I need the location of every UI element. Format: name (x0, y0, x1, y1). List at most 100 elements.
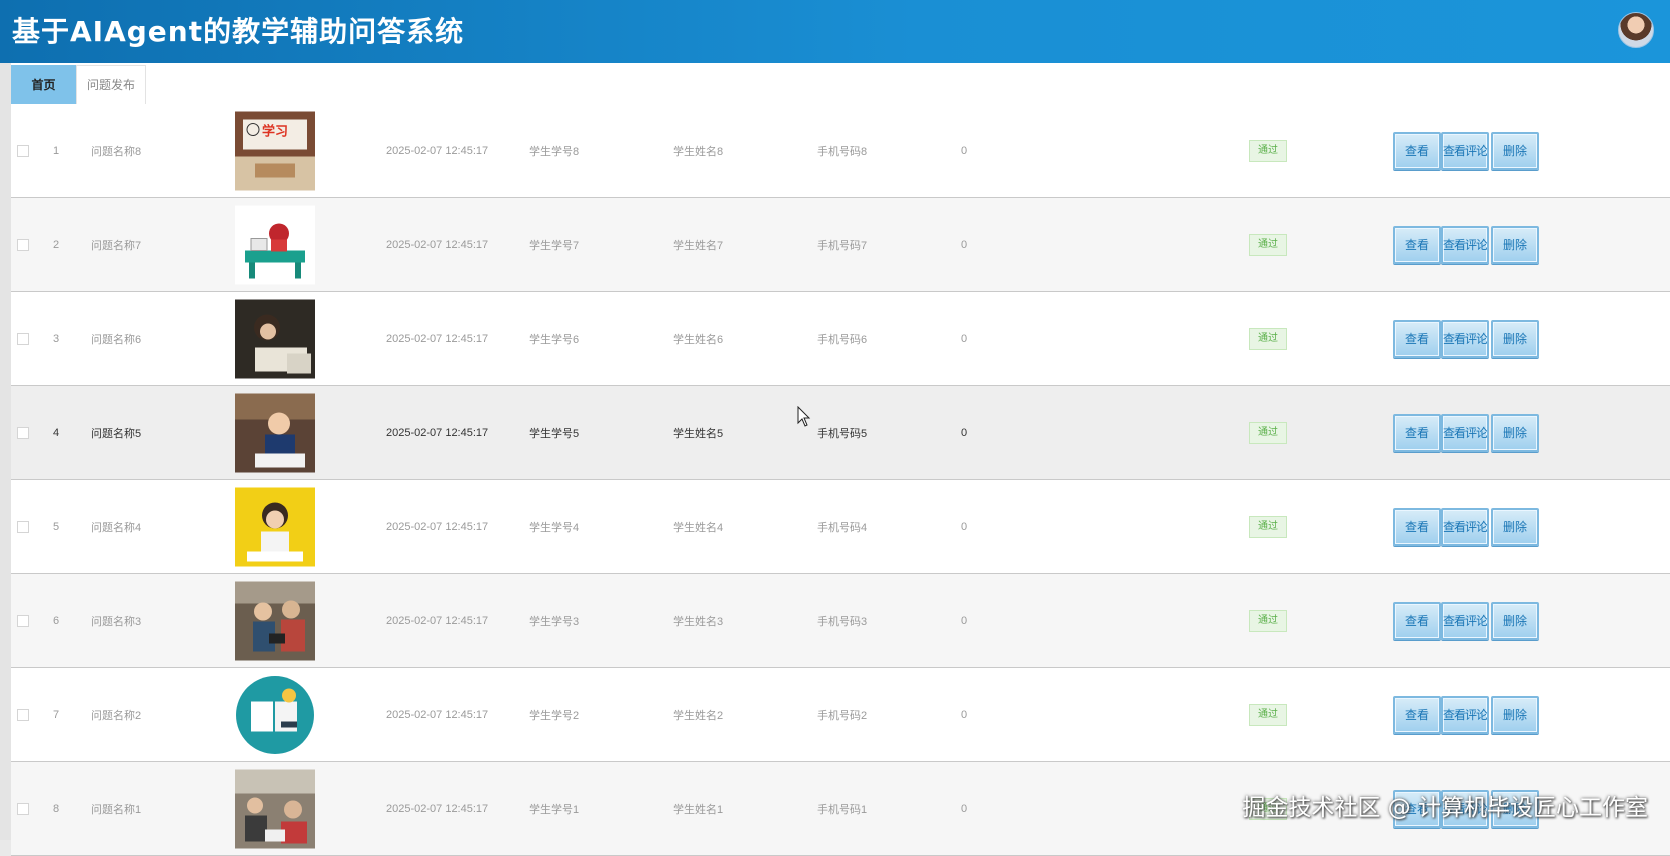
row-checkbox[interactable] (17, 520, 29, 533)
status-badge: 通过 (1249, 233, 1287, 256)
reply-count: 0 (961, 332, 968, 345)
question-name: 问题名称3 (91, 615, 142, 628)
reply-count: 0 (961, 238, 968, 251)
student-desk-illustration[interactable] (235, 205, 315, 284)
student-name: 学生姓名2 (673, 709, 724, 722)
girl-yellow-background-photo[interactable] (235, 487, 315, 566)
table-row[interactable]: 2 问题名称7 2025-02-07 12:45:17 学生学号7 学生姓名7 手机号码7… (11, 198, 1670, 292)
table-row[interactable]: 1 问题名称8 2025-02-07 12:45:17 学生学号8 学生姓名8 手机号码8… (11, 104, 1670, 198)
student-name: 学生姓名1 (673, 803, 724, 816)
student-name: 学生姓名3 (673, 615, 724, 628)
view-comments-button[interactable]: 查看评论 (1441, 225, 1489, 264)
row-index: 7 (53, 708, 60, 721)
app-header: 基于AIAgent的教学辅助问答系统 (0, 0, 1670, 63)
view-button[interactable]: 查看 (1393, 413, 1441, 452)
tab-question-publish[interactable]: 问题发布 (76, 65, 147, 104)
view-comments-button[interactable]: 查看评论 (1441, 507, 1489, 546)
row-checkbox[interactable] (17, 426, 29, 439)
delete-button[interactable]: 删除 (1491, 413, 1539, 452)
view-button[interactable]: 查看 (1393, 319, 1441, 358)
svg-text:学习: 学习 (262, 123, 288, 139)
question-name: 问题名称8 (91, 145, 142, 158)
delete-button[interactable]: 删除 (1491, 507, 1539, 546)
reply-count: 0 (961, 520, 968, 533)
view-comments-button[interactable]: 查看评论 (1441, 601, 1489, 640)
student-id: 学生学号1 (529, 803, 580, 816)
row-checkbox[interactable] (17, 708, 29, 721)
student-id: 学生学号7 (529, 239, 580, 252)
student-id: 学生学号4 (529, 521, 580, 534)
avatar[interactable] (1618, 12, 1654, 48)
phone-number: 手机号码6 (817, 333, 868, 346)
students-tablet-photo[interactable] (235, 581, 315, 660)
view-comments-button[interactable]: 查看评论 (1441, 319, 1489, 358)
phone-number: 手机号码5 (817, 427, 868, 440)
row-index: 6 (53, 614, 60, 627)
phone-number: 手机号码8 (817, 145, 868, 158)
view-button[interactable]: 查看 (1393, 507, 1441, 546)
student-name: 学生姓名6 (673, 333, 724, 346)
view-comments-button[interactable]: 查看评论 (1441, 131, 1489, 170)
question-name: 问题名称2 (91, 709, 142, 722)
table-row[interactable]: 4 问题名称5 2025-02-07 12:45:17 学生学号5 学生姓名5 手机号码5… (11, 386, 1670, 480)
student-id: 学生学号5 (529, 427, 580, 440)
row-checkbox[interactable] (17, 144, 29, 157)
tab-home[interactable]: 首页 (11, 65, 76, 104)
view-comments-button[interactable]: 查看评论 (1441, 695, 1489, 734)
status-badge: 通过 (1249, 609, 1287, 632)
student-name: 学生姓名7 (673, 239, 724, 252)
delete-button[interactable]: 删除 (1491, 319, 1539, 358)
main-panel: 首页 问题发布 1 问题名称8 2025-02-07 12:45:17 学生学号8 学生… (11, 63, 1670, 856)
student-name: 学生姓名8 (673, 145, 724, 158)
question-name: 问题名称4 (91, 521, 142, 534)
student-id: 学生学号3 (529, 615, 580, 628)
reply-count: 0 (961, 144, 968, 157)
girl-reading-photo[interactable] (235, 299, 315, 378)
boy-studying-photo[interactable] (235, 393, 315, 472)
table-row[interactable]: 6 问题名称3 2025-02-07 12:45:17 学生学号3 学生姓名3 手机号码3… (11, 574, 1670, 668)
watermark: 掘金技术社区 @ 计算机毕设匠心工作室 (1242, 795, 1648, 821)
status-badge: 通过 (1249, 421, 1287, 444)
delete-button[interactable]: 删除 (1491, 601, 1539, 640)
mouse-cursor-icon (797, 406, 811, 427)
status-badge: 通过 (1249, 515, 1287, 538)
delete-button[interactable]: 删除 (1491, 695, 1539, 734)
publish-time: 2025-02-07 12:45:17 (386, 520, 489, 533)
row-index: 3 (53, 332, 60, 345)
reply-count: 0 (961, 708, 968, 721)
study-sign-image[interactable]: 学习 (235, 111, 315, 190)
phone-number: 手机号码1 (817, 803, 868, 816)
row-index: 8 (53, 802, 60, 815)
table-row[interactable]: 5 问题名称4 2025-02-07 12:45:17 学生学号4 学生姓名4 手机号码4… (11, 480, 1670, 574)
row-checkbox[interactable] (17, 238, 29, 251)
publish-time: 2025-02-07 12:45:17 (386, 802, 489, 815)
student-name: 学生姓名4 (673, 521, 724, 534)
view-button[interactable]: 查看 (1393, 131, 1441, 170)
table-row[interactable]: 3 问题名称6 2025-02-07 12:45:17 学生学号6 学生姓名6 手机号码6… (11, 292, 1670, 386)
reply-count: 0 (961, 614, 968, 627)
publish-time: 2025-02-07 12:45:17 (386, 614, 489, 627)
view-button[interactable]: 查看 (1393, 695, 1441, 734)
row-checkbox[interactable] (17, 614, 29, 627)
delete-button[interactable]: 删除 (1491, 225, 1539, 264)
reply-count: 0 (961, 802, 968, 815)
view-comments-button[interactable]: 查看评论 (1441, 413, 1489, 452)
row-checkbox[interactable] (17, 802, 29, 815)
classroom-photo[interactable] (235, 769, 315, 848)
student-id: 学生学号2 (529, 709, 580, 722)
phone-number: 手机号码4 (817, 521, 868, 534)
question-table: 1 问题名称8 2025-02-07 12:45:17 学生学号8 学生姓名8 手机号码8… (11, 104, 1670, 856)
reply-count: 0 (961, 426, 968, 439)
view-button[interactable]: 查看 (1393, 601, 1441, 640)
row-checkbox[interactable] (17, 332, 29, 345)
delete-button[interactable]: 删除 (1491, 131, 1539, 170)
book-lightbulb-icon[interactable] (235, 675, 315, 754)
publish-time: 2025-02-07 12:45:17 (386, 332, 489, 345)
table-row[interactable]: 7 问题名称2 2025-02-07 12:45:17 学生学号2 学生姓名2 手机号码2… (11, 668, 1670, 762)
question-name: 问题名称6 (91, 333, 142, 346)
publish-time: 2025-02-07 12:45:17 (386, 426, 489, 439)
app-title: 基于AIAgent的教学辅助问答系统 (12, 15, 465, 48)
question-name: 问题名称5 (91, 427, 142, 440)
view-button[interactable]: 查看 (1393, 225, 1441, 264)
tab-bar: 首页 问题发布 (11, 65, 147, 104)
